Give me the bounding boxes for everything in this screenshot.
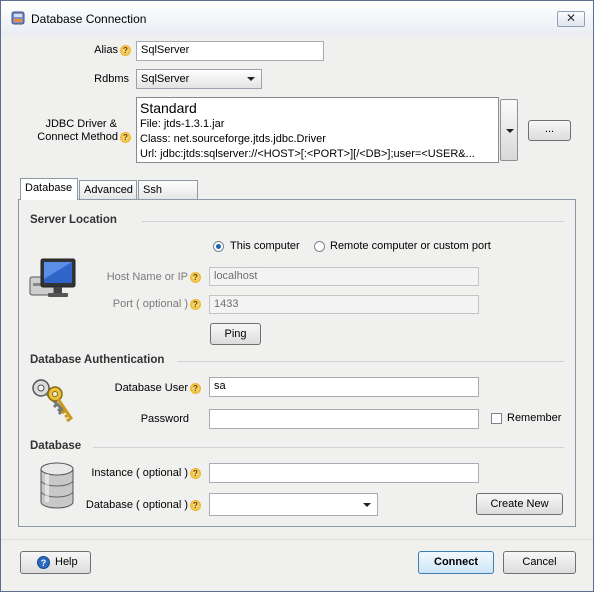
database-tab-panel: Server Location This computer Remote com… — [18, 199, 576, 527]
tab-advanced[interactable]: Advanced — [79, 180, 137, 199]
section-divider — [93, 447, 564, 448]
instance-label: Instance ( optional ) — [91, 467, 188, 479]
help-icon[interactable]: ? — [120, 44, 131, 56]
remote-computer-radio[interactable] — [314, 241, 325, 252]
host-label-row: Host Name or IP? — [89, 271, 201, 283]
rdbms-selected-value: SqlServer — [141, 73, 190, 85]
help-button-label: Help — [55, 556, 78, 568]
svg-text:?: ? — [41, 558, 47, 568]
remote-computer-label: Remote computer or custom port — [330, 240, 491, 252]
driver-file: File: jtds-1.3.1.jar — [140, 118, 225, 130]
cancel-button[interactable]: Cancel — [503, 551, 576, 574]
rdbms-label: Rdbms — [94, 73, 129, 85]
database-authentication-heading: Database Authentication — [30, 354, 165, 366]
alias-input[interactable]: SqlServer — [136, 41, 324, 61]
ping-button[interactable]: Ping — [210, 323, 261, 345]
password-input[interactable] — [209, 409, 479, 429]
db-name-label-row: Database ( optional )? — [69, 499, 201, 511]
port-input[interactable]: 1433 — [209, 295, 479, 314]
driver-label-line1: JDBC Driver & — [45, 118, 117, 130]
connect-button[interactable]: Connect — [418, 551, 494, 574]
db-user-label-row: Database User? — [89, 382, 201, 394]
title-bar: Database Connection ✕ — [1, 1, 593, 35]
help-circle-icon: ? — [37, 556, 50, 569]
port-label: Port ( optional ) — [112, 298, 188, 310]
database-connection-window: Database Connection ✕ Alias? SqlServer R… — [0, 0, 594, 592]
help-icon[interactable]: ? — [120, 131, 131, 143]
driver-class: Class: net.sourceforge.jtds.jdbc.Driver — [140, 133, 326, 145]
instance-input[interactable] — [209, 463, 479, 483]
browse-driver-button[interactable]: ... — [528, 120, 571, 141]
section-divider — [142, 221, 564, 222]
tab-ssh-tunnel[interactable]: Ssh Tunnel — [138, 180, 198, 210]
host-input[interactable]: localhost — [209, 267, 479, 286]
help-icon[interactable]: ? — [190, 382, 201, 394]
computer-monitor-icon — [29, 258, 76, 297]
host-label: Host Name or IP — [106, 271, 188, 283]
database-app-icon — [11, 11, 25, 25]
instance-label-row: Instance ( optional )? — [69, 467, 201, 479]
driver-dropdown-button[interactable] — [500, 99, 518, 161]
jdbc-driver-list[interactable]: Standard File: jtds-1.3.1.jar Class: net… — [136, 97, 499, 163]
db-name-label: Database ( optional ) — [85, 499, 188, 511]
chevron-down-icon — [363, 503, 371, 507]
alias-label: Alias — [94, 44, 118, 56]
section-divider — [177, 361, 564, 362]
help-button[interactable]: ? Help — [20, 551, 91, 574]
remember-label: Remember — [507, 412, 562, 424]
driver-label-line2-row: Connect Method? — [21, 131, 131, 144]
alias-label-row: Alias? — [61, 44, 131, 56]
chevron-down-icon — [247, 77, 255, 81]
database-select[interactable] — [209, 493, 378, 516]
window-title: Database Connection — [31, 12, 147, 26]
port-label-row: Port ( optional )? — [89, 298, 201, 310]
driver-label-line2: Connect Method — [37, 131, 118, 143]
chevron-down-icon — [506, 129, 514, 133]
keys-icon — [32, 379, 74, 423]
help-icon[interactable]: ? — [190, 298, 201, 310]
server-location-heading: Server Location — [30, 214, 117, 226]
create-new-button[interactable]: Create New — [476, 493, 563, 515]
rdbms-select[interactable]: SqlServer — [136, 69, 262, 89]
help-icon[interactable]: ? — [190, 499, 201, 511]
tab-database[interactable]: Database — [20, 178, 78, 200]
db-user-label: Database User — [114, 382, 188, 394]
close-icon: ✕ — [565, 11, 577, 25]
driver-url: Url: jdbc:jtds:sqlserver://<HOST>[:<PORT… — [140, 148, 475, 160]
driver-name: Standard — [140, 100, 197, 116]
database-heading: Database — [30, 440, 82, 452]
this-computer-label: This computer — [230, 240, 300, 252]
this-computer-radio[interactable] — [213, 241, 224, 252]
help-icon[interactable]: ? — [190, 467, 201, 479]
db-user-input[interactable]: sa — [209, 377, 479, 397]
password-label: Password — [140, 413, 189, 425]
footer-divider — [1, 539, 593, 540]
close-button[interactable]: ✕ — [557, 11, 585, 27]
remember-checkbox[interactable] — [491, 413, 502, 424]
help-icon[interactable]: ? — [190, 271, 201, 283]
